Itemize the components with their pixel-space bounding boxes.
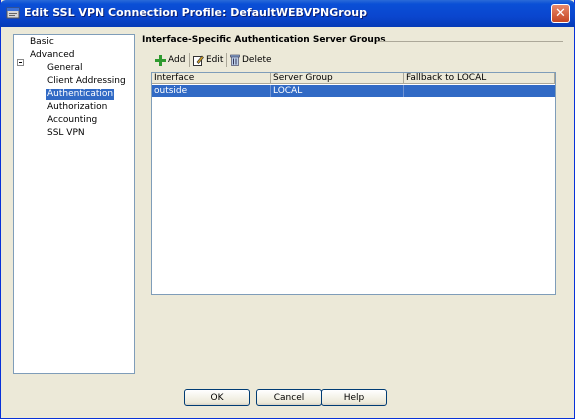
table-row[interactable]: outside LOCAL [152,85,555,97]
nav-tree: Basic Advanced General Client Addressing… [13,34,135,374]
nav-item-authentication[interactable]: Authentication [46,89,115,100]
title-bar[interactable]: Edit SSL VPN Connection Profile: Default… [0,0,575,27]
nav-item-basic[interactable]: Basic [30,37,54,48]
column-header-server-group[interactable]: Server Group [271,73,404,84]
cell-server-group: LOCAL [271,85,404,97]
server-groups-table: Interface Server Group Fallback to LOCAL… [151,72,556,295]
trash-icon [230,54,240,66]
close-button[interactable]: ✕ [551,4,570,23]
dialog-window: Edit SSL VPN Connection Profile: Default… [0,0,575,419]
group-title: Interface-Specific Authentication Server… [142,35,386,45]
ok-button[interactable]: OK [184,389,250,406]
help-button[interactable]: Help [321,389,387,406]
add-button[interactable]: Add [155,52,185,68]
group-divider [377,41,563,42]
nav-item-general[interactable]: General [47,63,82,74]
dialog-body: Basic Advanced General Client Addressing… [4,27,571,415]
column-header-fallback[interactable]: Fallback to LOCAL [404,73,555,84]
delete-button[interactable]: Delete [230,52,272,68]
cell-interface: outside [152,85,271,97]
cell-fallback [404,85,555,97]
column-header-interface[interactable]: Interface [152,73,271,84]
app-icon [6,6,20,20]
close-icon: ✕ [555,6,566,21]
nav-item-ssl-vpn[interactable]: SSL VPN [47,128,85,139]
edit-button-label: Edit [206,55,224,65]
window-title: Edit SSL VPN Connection Profile: Default… [24,6,367,19]
edit-icon [193,55,204,66]
add-button-label: Add [168,55,186,65]
nav-item-advanced[interactable]: Advanced [30,50,74,61]
delete-button-label: Delete [242,55,272,65]
toolbar-separator [189,53,190,67]
cancel-button[interactable]: Cancel [256,389,322,406]
toolbar-separator [226,53,227,67]
edit-button[interactable]: Edit [193,52,223,68]
add-icon [155,54,166,66]
collapse-icon[interactable] [17,59,24,66]
nav-item-accounting[interactable]: Accounting [47,115,97,126]
nav-item-authorization[interactable]: Authorization [47,102,107,113]
nav-item-client-addressing[interactable]: Client Addressing [47,76,126,87]
